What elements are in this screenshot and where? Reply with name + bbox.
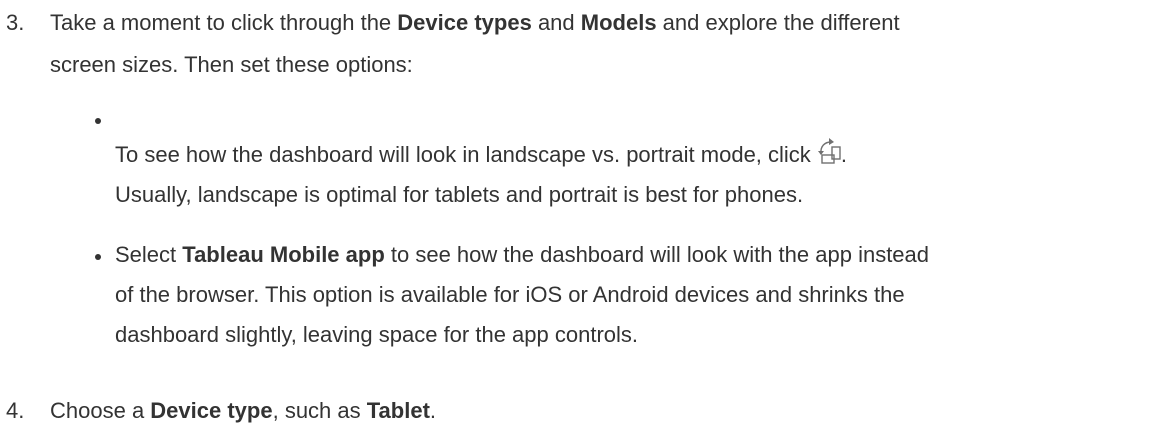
bullet-text-segment: Select	[115, 242, 183, 267]
bullet-text-segment: to see how the dashboard will look with …	[384, 242, 930, 267]
bullet-text: of the browser. This option is available…	[115, 282, 905, 307]
step-text-segment: , such as	[272, 398, 367, 423]
bullet-dot	[95, 118, 101, 124]
tablet-label: Tablet	[366, 398, 430, 423]
device-types-label: Device types	[397, 10, 532, 35]
bullet-text: To see how the dashboard will look in la…	[115, 136, 1155, 173]
step-text: screen sizes. Then set these options:	[50, 52, 413, 77]
step-number: 3.	[6, 10, 25, 35]
models-label: Models	[580, 10, 657, 35]
tableau-mobile-app-label: Tableau Mobile app	[182, 242, 385, 267]
step-text-segment: and explore the different	[656, 10, 900, 35]
bullet-text: Usually, landscape is optimal for tablet…	[115, 182, 804, 207]
bullet-dot	[95, 254, 101, 260]
bullet-text: Select Tableau Mobile app to see how the…	[115, 236, 1155, 273]
step-text: Choose a Device type, such as Tablet.	[50, 392, 1150, 429]
step-text-segment: and	[531, 10, 581, 35]
step-text-segment: Take a moment to click through the	[50, 10, 398, 35]
step-text: Take a moment to click through the Devic…	[50, 4, 1150, 41]
bullet-text: dashboard slightly, leaving space for th…	[115, 322, 639, 347]
rotate-orientation-icon	[817, 136, 841, 164]
step-text-segment: .	[429, 398, 437, 423]
device-type-label: Device type	[150, 398, 273, 423]
bullet-text-segment: .	[840, 142, 848, 167]
bullet-text-segment: To see how the dashboard will look in la…	[115, 142, 817, 167]
step-text-segment: Choose a	[50, 398, 151, 423]
step-number: 4.	[6, 398, 25, 423]
